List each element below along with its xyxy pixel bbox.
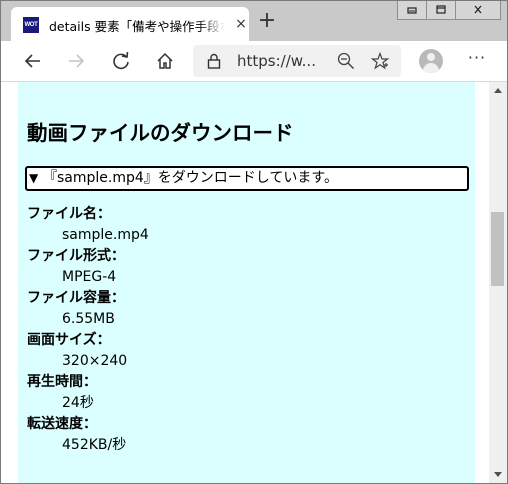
info-term-filename: ファイル名： xyxy=(27,206,111,222)
page-content: 動画ファイルのダウンロード ▼ 『sample.mp4』をダウンロードしています… xyxy=(18,82,475,483)
home-button[interactable] xyxy=(153,49,177,73)
scroll-up-arrow-icon xyxy=(494,88,502,93)
file-info-list: ファイル名： sample.mp4 ファイル形式： MPEG-4 ファイル容量：… xyxy=(27,204,149,456)
favorite-star-icon[interactable] xyxy=(371,52,389,70)
browser-toolbar: https://w... ··· xyxy=(1,41,507,82)
tab-close-button[interactable]: × xyxy=(233,16,249,32)
scroll-down-button[interactable] xyxy=(489,467,507,483)
scroll-up-button[interactable] xyxy=(489,82,507,98)
info-value-resolution: 320×240 xyxy=(62,353,128,369)
more-button[interactable]: ··· xyxy=(463,47,491,73)
forward-icon xyxy=(69,54,85,68)
maximize-button[interactable] xyxy=(426,1,456,20)
info-value-size: 6.55MB xyxy=(62,311,115,327)
page-viewport: 動画ファイルのダウンロード ▼ 『sample.mp4』をダウンロードしています… xyxy=(1,82,489,483)
page-heading: 動画ファイルのダウンロード xyxy=(27,121,294,145)
url-text: https://w... xyxy=(237,52,316,70)
forward-button[interactable] xyxy=(64,49,88,73)
info-term-speed: 転送速度： xyxy=(27,416,97,432)
home-icon xyxy=(157,52,173,69)
summary-text: 『sample.mp4』をダウンロードしています。 xyxy=(43,170,338,186)
back-icon xyxy=(24,54,40,68)
info-term-size: ファイル容量： xyxy=(27,290,125,306)
scroll-down-arrow-icon xyxy=(494,472,502,477)
info-value-speed: 452KB/秒 xyxy=(62,437,127,453)
tab-title: details 要素「備考や操作手段など xyxy=(49,16,225,34)
vertical-scrollbar[interactable] xyxy=(489,82,507,483)
info-term-resolution: 画面サイズ： xyxy=(27,332,111,348)
minimize-icon xyxy=(407,7,417,14)
browser-window: WOT details 要素「備考や操作手段など × + xyxy=(0,0,508,484)
window-controls xyxy=(397,1,501,21)
disclosure-triangle-icon: ▼ xyxy=(29,171,39,185)
close-icon xyxy=(474,5,482,14)
maximize-icon xyxy=(436,5,446,14)
refresh-button[interactable] xyxy=(109,49,133,73)
site-favicon-icon: WOT xyxy=(23,17,39,33)
zoom-out-icon[interactable] xyxy=(337,52,355,70)
more-icon: ··· xyxy=(467,48,487,67)
profile-button[interactable] xyxy=(419,49,443,73)
info-term-duration: 再生時間： xyxy=(27,374,97,390)
info-term-format: ファイル形式： xyxy=(27,248,125,264)
profile-icon xyxy=(427,53,435,61)
info-value-duration: 24秒 xyxy=(62,395,94,411)
details-summary[interactable]: ▼ 『sample.mp4』をダウンロードしています。 xyxy=(25,166,469,191)
back-button[interactable] xyxy=(21,49,45,73)
address-bar[interactable]: https://w... xyxy=(193,45,401,77)
tab-strip: WOT details 要素「備考や操作手段など × + xyxy=(1,1,507,41)
browser-tab[interactable]: WOT details 要素「備考や操作手段など × xyxy=(11,7,249,41)
minimize-button[interactable] xyxy=(397,1,427,20)
scrollbar-thumb[interactable] xyxy=(491,212,504,286)
info-value-filename: sample.mp4 xyxy=(62,227,149,243)
close-window-button[interactable] xyxy=(455,1,501,20)
refresh-icon xyxy=(113,51,129,70)
lock-icon xyxy=(207,53,221,69)
info-value-format: MPEG-4 xyxy=(62,269,117,285)
new-tab-button[interactable]: + xyxy=(257,10,277,32)
